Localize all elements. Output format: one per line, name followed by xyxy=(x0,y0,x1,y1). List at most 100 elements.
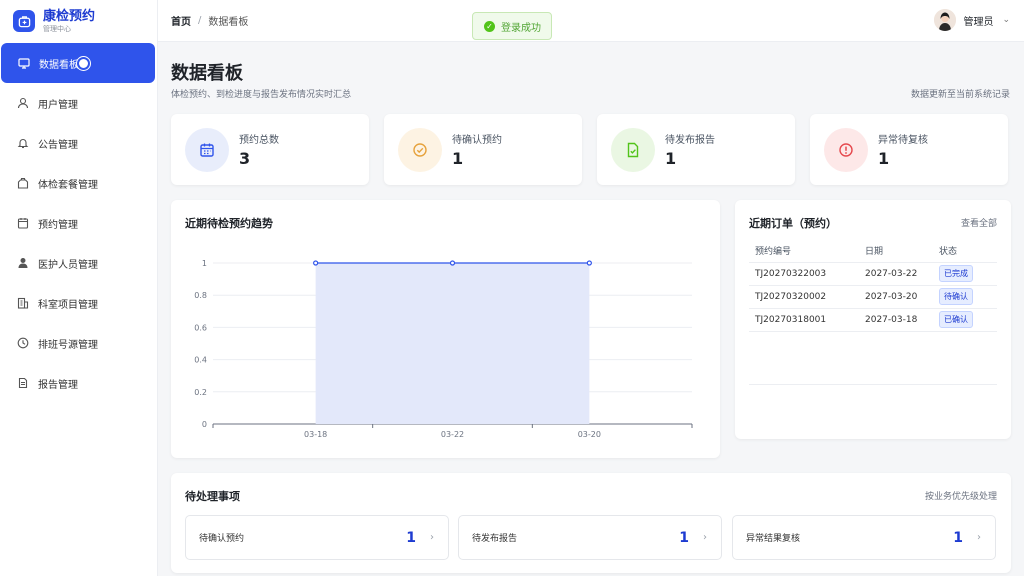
recent-orders-card: 近期订单（预约） 查看全部 预约编号 日期 状态 TJ20270322003 2… xyxy=(735,200,1011,439)
sidebar-item-schedule[interactable]: 排班号源管理 xyxy=(0,323,155,363)
order-date: 2027-03-22 xyxy=(859,262,933,286)
stat-card-total[interactable]: 预约总数 3 xyxy=(171,114,369,185)
todo-item-pending-confirm[interactable]: 待确认预约 1 › xyxy=(185,515,449,560)
table-row[interactable]: TJ20270322003 2027-03-22 已完成 xyxy=(749,262,997,286)
stat-label: 异常待复核 xyxy=(878,135,928,146)
user-name: 管理员 xyxy=(963,16,994,28)
x-tick-label: 03-20 xyxy=(578,430,601,439)
bell-icon xyxy=(17,137,29,149)
stat-card-pending-confirm[interactable]: 待确认预约 1 xyxy=(384,114,582,185)
status-badge: 已确认 xyxy=(939,311,973,328)
sidebar-item-label: 医护人员管理 xyxy=(38,259,98,271)
order-date: 2027-03-18 xyxy=(859,308,933,332)
table-row[interactable]: TJ20270318001 2027-03-18 已确认 xyxy=(749,308,997,332)
sidebar-item-users[interactable]: 用户管理 xyxy=(0,83,155,123)
order-id: TJ20270318001 xyxy=(749,308,859,332)
check-circle-icon: ✓ xyxy=(484,20,495,32)
login-success-toast: ✓ 登录成功 xyxy=(472,12,552,40)
stat-value: 1 xyxy=(878,149,890,168)
view-all-link[interactable]: 查看全部 xyxy=(961,216,997,229)
brand[interactable]: 康检预约 管理中心 xyxy=(0,0,157,42)
document-check-icon xyxy=(611,127,655,172)
todo-count: 1 xyxy=(953,529,963,546)
trend-chart: 0 0.2 0.4 0.6 0.8 1 03-18 03-22 03-20 xyxy=(194,259,693,439)
sidebar-item-appointments[interactable]: 预约管理 xyxy=(0,203,155,243)
sidebar-item-announcements[interactable]: 公告管理 xyxy=(0,123,155,163)
person-icon xyxy=(17,257,29,269)
todo-count: 1 xyxy=(406,529,416,546)
todo-count: 1 xyxy=(679,529,689,546)
sidebar-item-label: 排班号源管理 xyxy=(38,339,98,351)
todo-item-pending-report[interactable]: 待发布报告 1 › xyxy=(458,515,722,560)
stat-value: 1 xyxy=(452,149,464,168)
sidebar-item-label: 体检套餐管理 xyxy=(38,179,98,191)
chevron-right-icon: › xyxy=(430,532,434,543)
brand-title: 康检预约 xyxy=(43,8,96,24)
todo-card: 待处理事项 按业务优先级处理 待确认预约 1 › 待发布报告 1 › 异常结果复… xyxy=(171,473,1011,573)
clock-icon xyxy=(17,337,29,349)
data-point xyxy=(313,260,319,266)
sidebar-item-label: 公告管理 xyxy=(38,139,78,151)
stat-label: 待发布报告 xyxy=(665,135,715,146)
data-point xyxy=(449,260,456,266)
column-header: 预约编号 xyxy=(749,240,859,263)
breadcrumb-separator: / xyxy=(198,15,202,26)
sidebar: 康检预约 管理中心 数据看板 用户管理 公告管理 体检套餐管理 预约管理 医护人… xyxy=(0,0,158,576)
sidebar-item-departments[interactable]: 科室项目管理 xyxy=(0,283,155,323)
table-divider xyxy=(749,384,997,385)
breadcrumb-current: 数据看板 xyxy=(208,17,249,28)
orders-title: 近期订单（预约） xyxy=(749,217,837,230)
todo-item-abnormal-review[interactable]: 异常结果复核 1 › xyxy=(732,515,996,560)
status-cell: 已完成 xyxy=(933,262,997,286)
status-badge: 待确认 xyxy=(939,288,973,305)
stat-value: 1 xyxy=(665,149,677,168)
breadcrumb-home[interactable]: 首页 xyxy=(171,13,191,28)
user-menu[interactable]: 管理员 ⌄ xyxy=(934,9,1010,31)
table-row[interactable]: TJ20270320002 2027-03-20 待确认 xyxy=(749,285,997,309)
data-point xyxy=(586,260,592,266)
y-tick-label: 1 xyxy=(202,259,207,268)
sidebar-nav: 数据看板 用户管理 公告管理 体检套餐管理 预约管理 医护人员管理 科室项目管理… xyxy=(0,43,157,403)
building-icon xyxy=(17,297,29,309)
sidebar-item-staff[interactable]: 医护人员管理 xyxy=(0,243,155,283)
status-cell: 已确认 xyxy=(933,308,997,332)
user-icon xyxy=(17,97,29,109)
sidebar-item-label: 科室项目管理 xyxy=(38,299,98,311)
sidebar-item-reports[interactable]: 报告管理 xyxy=(0,363,155,403)
sidebar-item-packages[interactable]: 体检套餐管理 xyxy=(0,163,155,203)
stat-card-abnormal[interactable]: 异常待复核 1 xyxy=(810,114,1008,185)
todo-label: 待发布报告 xyxy=(472,534,518,544)
todo-label: 异常结果复核 xyxy=(746,534,801,544)
stat-value: 3 xyxy=(239,149,251,168)
y-tick-label: 0.2 xyxy=(194,388,207,397)
order-id: TJ20270322003 xyxy=(749,262,859,286)
todo-note: 按业务优先级处理 xyxy=(924,492,997,502)
order-id: TJ20270320002 xyxy=(749,285,859,309)
calendar-icon xyxy=(17,217,29,229)
chevron-right-icon: › xyxy=(977,532,981,543)
table-header-row: 预约编号 日期 状态 xyxy=(749,240,997,263)
y-tick-label: 0 xyxy=(202,420,207,429)
brand-subtitle: 管理中心 xyxy=(43,24,71,33)
main-content: 数据看板 体检预约、到检进度与报告发布情况实时汇总 数据更新至当前系统记录 预约… xyxy=(158,42,1024,576)
column-header: 状态 xyxy=(933,240,997,263)
top-bar: 首页 / 数据看板 ✓ 登录成功 管理员 ⌄ xyxy=(158,0,1024,42)
sidebar-item-label: 预约管理 xyxy=(38,219,78,231)
stat-card-pending-report[interactable]: 待发布报告 1 xyxy=(597,114,795,185)
page-subtitle: 体检预约、到检进度与报告发布情况实时汇总 xyxy=(171,90,352,100)
stat-label: 预约总数 xyxy=(239,135,279,146)
y-tick-label: 0.8 xyxy=(194,291,207,300)
series-area xyxy=(315,263,590,424)
bag-icon xyxy=(17,177,29,189)
y-tick-label: 0.4 xyxy=(194,356,207,365)
x-tick-label: 03-22 xyxy=(441,430,464,439)
update-note: 数据更新至当前系统记录 xyxy=(910,90,1010,100)
document-icon xyxy=(17,377,29,389)
page-title: 数据看板 xyxy=(171,63,243,84)
calendar-icon xyxy=(185,127,229,172)
avatar xyxy=(934,9,957,31)
y-tick-label: 0.6 xyxy=(194,323,207,332)
dashboard-icon xyxy=(18,57,30,69)
x-tick-label: 03-18 xyxy=(304,430,327,439)
sidebar-item-dashboard[interactable]: 数据看板 xyxy=(1,43,155,83)
